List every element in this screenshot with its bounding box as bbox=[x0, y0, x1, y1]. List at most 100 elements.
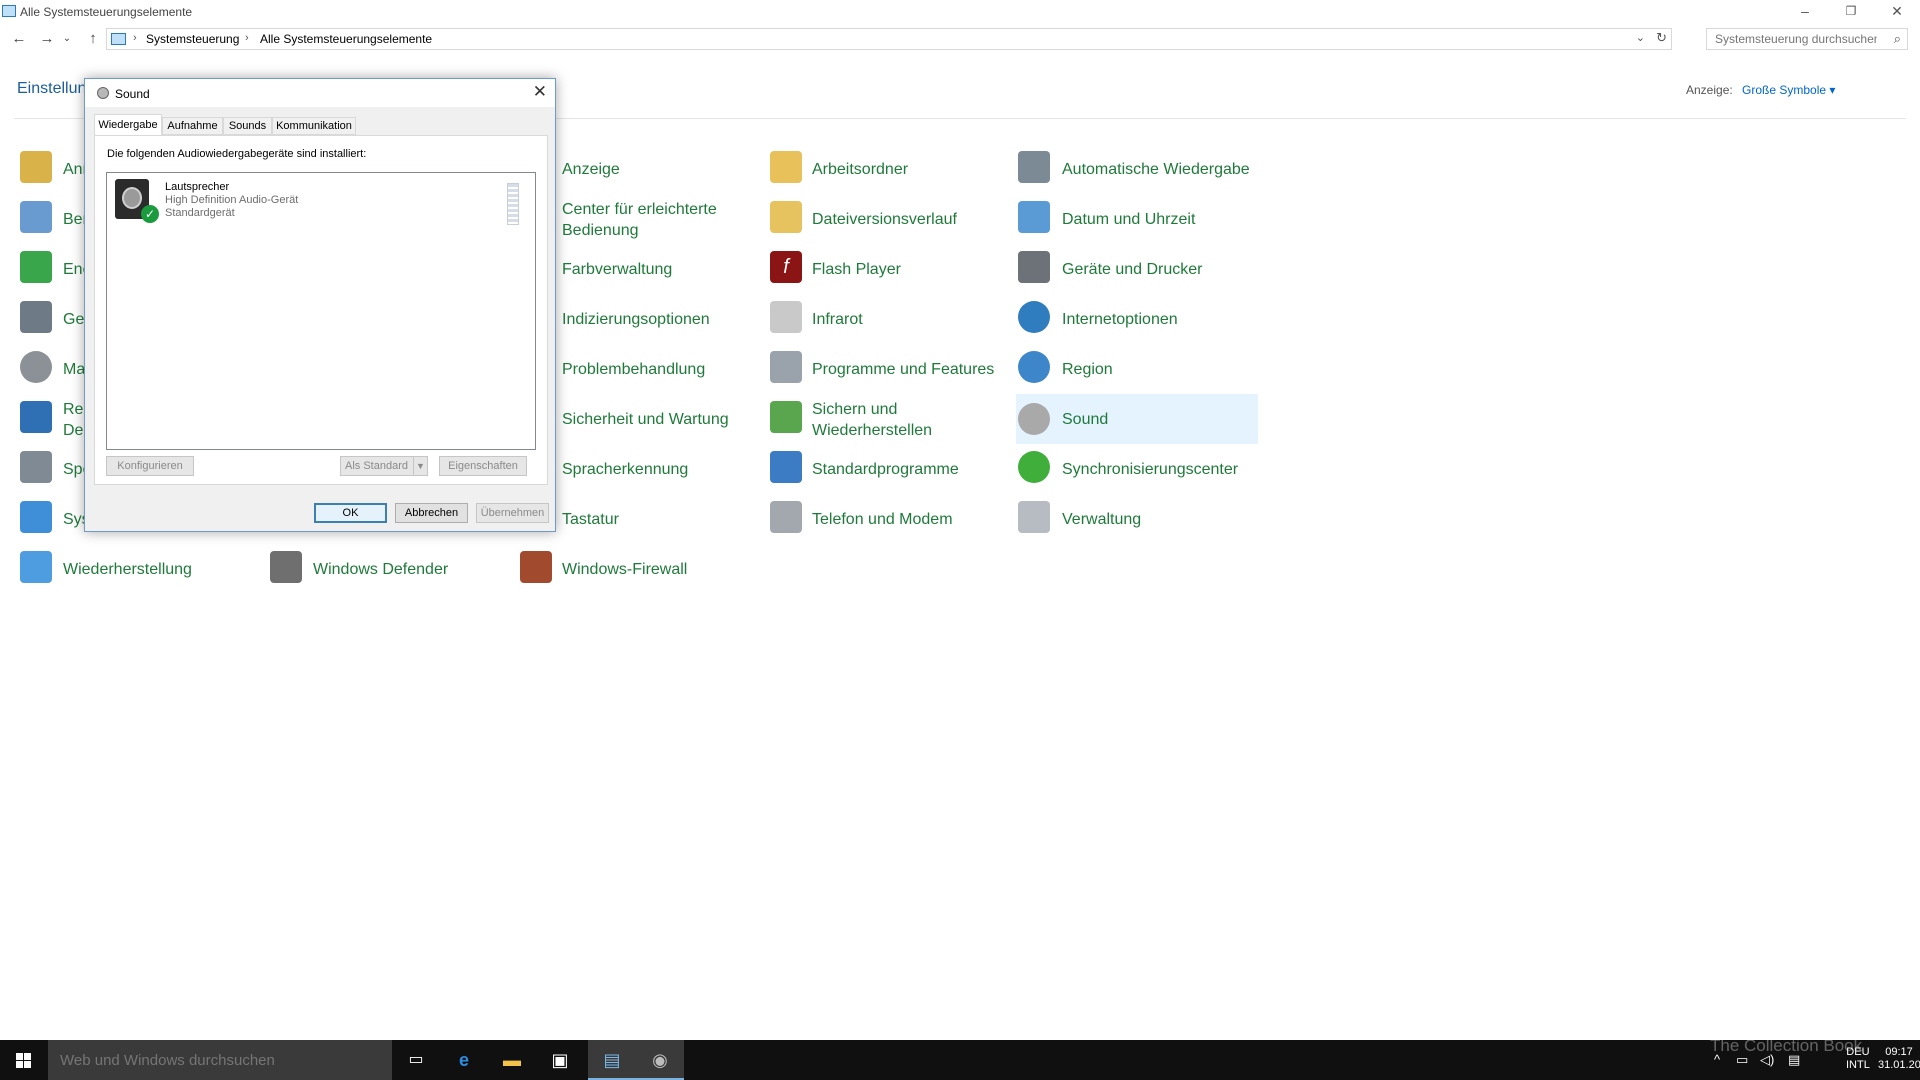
cp-item-sichern-wiederherstellen[interactable]: Sichern und Wiederherstellen bbox=[768, 395, 1008, 443]
file-history-icon bbox=[770, 201, 802, 233]
control-panel-taskbar-icon[interactable]: ▤ bbox=[588, 1040, 636, 1080]
volume-level-meter bbox=[507, 183, 519, 225]
cp-item-flash-player[interactable]: f Flash Player bbox=[768, 245, 1008, 293]
refresh-icon[interactable]: ↻ bbox=[1656, 30, 1667, 46]
taskbar-search-input[interactable] bbox=[60, 1051, 380, 1069]
programs-features-icon bbox=[770, 351, 802, 383]
breadcrumb-separator-icon: › bbox=[245, 32, 249, 44]
close-button[interactable]: ✕ bbox=[1874, 0, 1920, 24]
cp-item-standardprogramme[interactable]: Standardprogramme bbox=[768, 445, 1008, 493]
speaker-icon bbox=[1018, 403, 1050, 435]
cp-item-label: Indizierungsoptionen bbox=[562, 311, 710, 328]
cp-item-geraete-drucker[interactable]: Geräte und Drucker bbox=[1016, 245, 1258, 293]
ok-button[interactable]: OK bbox=[314, 503, 387, 523]
edge-browser-icon[interactable]: e bbox=[440, 1040, 488, 1080]
dialog-titlebar: Sound ✕ bbox=[85, 79, 555, 107]
cp-item-windows-defender[interactable]: Windows Defender bbox=[268, 545, 508, 593]
device-description: High Definition Audio-Gerät bbox=[165, 194, 299, 206]
address-dropdown-icon[interactable]: ⌄ bbox=[1636, 31, 1645, 44]
cp-item-automatische-wiedergabe[interactable]: Automatische Wiedergabe bbox=[1016, 145, 1258, 193]
cp-item-label: Rem Des bbox=[63, 401, 97, 439]
cp-item-dateiversionsverlauf[interactable]: Dateiversionsverlauf bbox=[768, 195, 1008, 243]
tab-sounds[interactable]: Sounds bbox=[223, 117, 272, 135]
clock-time: 09:17 bbox=[1885, 1046, 1913, 1058]
recovery-icon bbox=[20, 551, 52, 583]
task-view-icon[interactable]: ▭ bbox=[392, 1040, 440, 1080]
cp-item-label: Infrarot bbox=[812, 311, 863, 328]
view-mode-dropdown[interactable]: Große Symbole ▾ bbox=[1742, 83, 1835, 97]
device-manager-icon bbox=[20, 301, 52, 333]
store-icon[interactable]: ▣ bbox=[536, 1040, 584, 1080]
cp-item-label: Dateiversionsverlauf bbox=[812, 211, 957, 228]
cp-item-internetoptionen[interactable]: Internetoptionen bbox=[1016, 295, 1258, 343]
control-panel-icon bbox=[2, 5, 16, 17]
cp-item-label: Center für erleichterte Bedienung bbox=[562, 201, 717, 239]
speaker-small-icon bbox=[97, 87, 109, 99]
sound-taskbar-icon[interactable]: ◉ bbox=[636, 1040, 684, 1080]
address-field[interactable]: › Systemsteuerung › Alle Systemsteuerung… bbox=[106, 28, 1672, 50]
forward-arrow-icon[interactable]: → bbox=[36, 28, 58, 50]
cp-item-region[interactable]: Region bbox=[1016, 345, 1258, 393]
tab-aufnahme[interactable]: Aufnahme bbox=[162, 117, 223, 135]
tab-kommunikation[interactable]: Kommunikation bbox=[272, 117, 356, 135]
device-status: Standardgerät bbox=[165, 207, 235, 219]
sound-dialog: Sound ✕ Wiedergabe Aufnahme Sounds Kommu… bbox=[84, 78, 556, 532]
cp-item-sound[interactable]: Sound bbox=[1016, 394, 1258, 444]
cp-item-label: Problembehandlung bbox=[562, 361, 706, 378]
search-icon[interactable]: ⌕ bbox=[1894, 31, 1901, 47]
cp-item-telefon-modem[interactable]: Telefon und Modem bbox=[768, 495, 1008, 543]
set-default-split-button[interactable]: Als Standard ▼ bbox=[340, 456, 428, 476]
default-programs-icon bbox=[770, 451, 802, 483]
cp-item-label: Standardprogramme bbox=[812, 461, 959, 478]
tab-panel: Die folgenden Audiowiedergabegeräte sind… bbox=[94, 135, 548, 485]
dialog-close-icon[interactable]: ✕ bbox=[533, 82, 547, 102]
view-label: Anzeige: bbox=[1686, 83, 1733, 97]
recent-locations-chevron-icon[interactable]: ⌄ bbox=[60, 28, 74, 50]
breadcrumb-separator-icon: › bbox=[133, 32, 137, 44]
cancel-button[interactable]: Abbrechen bbox=[395, 503, 468, 523]
windows-logo-icon bbox=[16, 1053, 31, 1068]
cp-item-synchronisierungscenter[interactable]: Synchronisierungscenter bbox=[1016, 445, 1258, 493]
search-input[interactable] bbox=[1707, 29, 1877, 49]
up-arrow-icon[interactable]: ↑ bbox=[82, 28, 104, 50]
properties-button[interactable]: Eigenschaften bbox=[439, 456, 527, 476]
configure-button[interactable]: Konfigurieren bbox=[106, 456, 194, 476]
cp-item-label: Sichern und Wiederherstellen bbox=[812, 401, 933, 439]
backup-restore-icon bbox=[770, 401, 802, 433]
list-item[interactable]: ✓ Lautsprecher High Definition Audio-Ger… bbox=[111, 177, 531, 225]
device-list[interactable]: ✓ Lautsprecher High Definition Audio-Ger… bbox=[106, 172, 536, 450]
tab-wiedergabe[interactable]: Wiedergabe bbox=[94, 114, 162, 136]
cp-item-wiederherstellung[interactable]: Wiederherstellung bbox=[18, 545, 258, 593]
search-field[interactable]: ⌕ bbox=[1706, 28, 1908, 50]
breadcrumb-alle-elemente[interactable]: Alle Systemsteuerungselemente bbox=[260, 32, 432, 46]
taskbar: ▭ e ▬ ▣ ▤ ◉ ^ ▭ ◁) ▤ DEU INTL 09:17 31.0… bbox=[0, 1040, 1920, 1080]
restore-button[interactable]: ❐ bbox=[1828, 0, 1874, 24]
administrative-tools-icon bbox=[1018, 501, 1050, 533]
breadcrumb-systemsteuerung[interactable]: Systemsteuerung bbox=[146, 32, 239, 46]
set-default-label: Als Standard bbox=[345, 460, 408, 472]
cp-item-arbeitsordner[interactable]: Arbeitsordner bbox=[768, 145, 1008, 193]
cp-item-label: Datum und Uhrzeit bbox=[1062, 211, 1196, 228]
apply-button[interactable]: Übernehmen bbox=[476, 503, 549, 523]
file-explorer-icon[interactable]: ▬ bbox=[488, 1040, 536, 1080]
taskbar-search[interactable] bbox=[48, 1040, 392, 1080]
cp-item-datum-uhrzeit[interactable]: Datum und Uhrzeit bbox=[1016, 195, 1258, 243]
page-heading: Einstellun bbox=[17, 80, 87, 97]
cp-item-label: Internetoptionen bbox=[1062, 311, 1178, 328]
cp-item-label: Verwaltung bbox=[1062, 511, 1142, 528]
cp-item-label: Telefon und Modem bbox=[812, 511, 953, 528]
back-arrow-icon[interactable]: ← bbox=[8, 28, 30, 50]
cp-item-programme-features[interactable]: Programme und Features bbox=[768, 345, 1008, 393]
cp-item-infrarot[interactable]: Infrarot bbox=[768, 295, 1008, 343]
cp-item-verwaltung[interactable]: Verwaltung bbox=[1016, 495, 1258, 543]
cp-item-label: Tastatur bbox=[562, 511, 619, 528]
set-default-dropdown-icon[interactable]: ▼ bbox=[413, 457, 427, 475]
cp-item-label: Windows Defender bbox=[313, 561, 449, 578]
start-button[interactable] bbox=[0, 1040, 48, 1080]
watermark: The Collection Book bbox=[1710, 1036, 1863, 1055]
minimize-button[interactable]: – bbox=[1782, 0, 1828, 24]
internet-options-icon bbox=[1018, 301, 1050, 333]
cp-item-windows-firewall[interactable]: Windows-Firewall bbox=[518, 545, 758, 593]
clock[interactable]: 09:17 31.01.2016 bbox=[1878, 1046, 1920, 1072]
cp-item-label: Sicherheit und Wartung bbox=[562, 411, 729, 428]
